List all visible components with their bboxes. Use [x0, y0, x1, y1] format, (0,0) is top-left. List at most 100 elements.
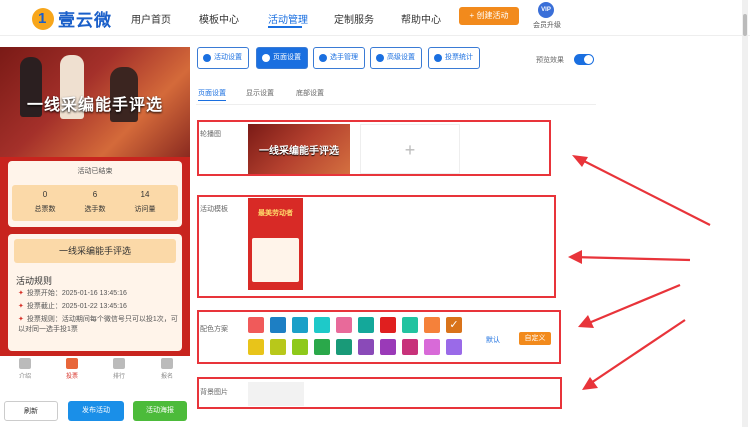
color-swatch[interactable]: ✓ — [446, 317, 462, 333]
nav-item-activity[interactable]: 活动管理 — [268, 11, 308, 26]
brand-name: 壹云微 — [58, 11, 112, 30]
color-swatch[interactable] — [424, 317, 440, 333]
mobile-preview: 一线采编能手评选 活动已结束 0 总票数 6 选手数 14 访问量 一线采编能手评选 … — [0, 47, 190, 384]
color-swatch[interactable] — [248, 317, 264, 333]
divider — [196, 104, 596, 105]
arrow — [571, 255, 691, 262]
refresh-button[interactable]: 刷新 — [4, 401, 58, 421]
check-icon: ✓ — [449, 319, 459, 331]
page-settings-button[interactable]: 页面设置 — [256, 47, 308, 69]
template-title: 最美劳动者 — [258, 210, 293, 217]
gear-icon — [203, 54, 211, 62]
nav-item-help[interactable]: 帮助中心 — [401, 11, 441, 26]
banner-title: 一线采编能手评选 — [26, 97, 163, 114]
stat-total-votes: 0 总票数 — [34, 190, 56, 213]
rule-item: ✦ 投票规则：活动期间每个微信号只可以投1次，可以对同一选手投1票 — [18, 316, 178, 333]
carousel-image-title: 一线采编能手评选 — [259, 146, 339, 157]
custom-color-button[interactable]: 自定义 — [519, 332, 551, 345]
scrollbar[interactable] — [742, 0, 748, 427]
vip-icon[interactable]: VIP — [538, 2, 554, 18]
advanced-settings-button[interactable]: 高级设置 — [370, 47, 422, 69]
template-label: 活动模板 — [200, 206, 228, 213]
rules-title: 活动规则 — [16, 276, 53, 286]
sliders-icon — [376, 54, 384, 62]
color-swatch[interactable] — [270, 317, 286, 333]
carousel-label: 轮播图 — [200, 131, 221, 138]
color-swatch[interactable] — [446, 339, 462, 355]
info-card: 一线采编能手评选 活动规则 ✦ 投票开始：2025-01-16 13:45:16 … — [8, 234, 182, 351]
subtab-display[interactable]: 显示设置 — [246, 88, 274, 98]
carousel-image[interactable]: 一线采编能手评选 — [248, 124, 350, 174]
arrow-head — [572, 155, 588, 167]
doc-icon — [19, 358, 31, 369]
arrow — [583, 283, 681, 327]
gear-icon — [262, 54, 270, 62]
nav-active-indicator — [268, 26, 302, 28]
default-color-link[interactable]: 默认 — [486, 335, 500, 345]
color-swatch[interactable] — [248, 339, 264, 355]
chart-icon — [434, 54, 442, 62]
contestant-manage-button[interactable]: 选手管理 — [313, 47, 365, 69]
nav-item-home[interactable]: 用户首页 — [131, 11, 171, 26]
color-swatch[interactable] — [336, 317, 352, 333]
preview-toggle-label: 预览效果 — [536, 57, 564, 64]
stats-bar: 0 总票数 6 选手数 14 访问量 — [12, 185, 178, 221]
rule-item: ✦ 投票截止：2025-01-22 13:45:16 — [18, 303, 127, 310]
arrow — [587, 319, 686, 386]
color-swatch[interactable] — [314, 339, 330, 355]
activity-status: 活动已结束 — [77, 168, 113, 175]
tab-ranking[interactable]: 排行 — [104, 358, 134, 380]
tab-intro[interactable]: 介绍 — [10, 358, 40, 380]
nav-item-custom[interactable]: 定制服务 — [334, 11, 374, 26]
color-swatch[interactable] — [336, 339, 352, 355]
color-swatch[interactable] — [314, 317, 330, 333]
crown-icon — [113, 358, 125, 369]
activity-title: 一线采编能手评选 — [14, 239, 176, 263]
color-swatch[interactable] — [402, 317, 418, 333]
home-icon — [66, 358, 78, 369]
add-image-button[interactable]: + — [360, 124, 460, 174]
background-label: 背景图片 — [200, 389, 228, 396]
color-swatch[interactable] — [292, 317, 308, 333]
stat-visits: 14 访问量 — [134, 190, 156, 213]
scrollbar-thumb[interactable] — [743, 14, 747, 36]
publish-button[interactable]: 发布活动 — [68, 401, 124, 421]
template-thumbnail[interactable]: 最美劳动者 — [248, 198, 303, 290]
rule-item: ✦ 投票开始：2025-01-16 13:45:16 — [18, 290, 127, 297]
subtab-page[interactable]: 页面设置 — [198, 88, 226, 98]
brand-logo[interactable]: 壹云微 — [32, 6, 112, 31]
vip-upgrade-link[interactable]: 会员升级 — [533, 20, 561, 30]
annotation-arrows — [568, 155, 711, 390]
background-image-slot[interactable] — [248, 382, 304, 406]
subtab-indicator — [198, 100, 226, 101]
color-swatch[interactable] — [402, 339, 418, 355]
nav-item-templates[interactable]: 模板中心 — [199, 11, 239, 26]
color-swatch[interactable] — [380, 317, 396, 333]
top-nav: 壹云微 用户首页 模板中心 活动管理 定制服务 帮助中心 + 创建活动 VIP … — [0, 0, 750, 36]
color-swatch[interactable] — [380, 339, 396, 355]
tab-signup[interactable]: 报名 — [152, 358, 182, 380]
status-card: 活动已结束 0 总票数 6 选手数 14 访问量 — [8, 161, 182, 227]
tab-vote[interactable]: 投票 — [57, 358, 87, 380]
poster-button[interactable]: 活动海报 — [133, 401, 187, 421]
users-icon — [319, 54, 327, 62]
color-swatch[interactable] — [424, 339, 440, 355]
color-label: 配色方案 — [200, 326, 228, 333]
subtab-footer[interactable]: 底部设置 — [296, 88, 324, 98]
color-swatch[interactable] — [358, 339, 374, 355]
preview-banner: 一线采编能手评选 — [0, 47, 190, 157]
color-swatch[interactable] — [292, 339, 308, 355]
color-swatch[interactable] — [358, 317, 374, 333]
user-icon — [161, 358, 173, 369]
activity-settings-button[interactable]: 活动设置 — [197, 47, 249, 69]
preview-toggle[interactable] — [574, 54, 594, 65]
stat-contestants: 6 选手数 — [84, 190, 106, 213]
create-activity-button[interactable]: + 创建活动 — [459, 7, 519, 25]
arrow — [575, 156, 711, 226]
color-swatch[interactable] — [270, 339, 286, 355]
template-card — [252, 238, 299, 282]
preview-tabbar: 介绍 投票 排行 报名 — [0, 356, 190, 384]
vote-stats-button[interactable]: 投票统计 — [428, 47, 480, 69]
logo-icon — [32, 7, 54, 30]
arrow-head — [568, 250, 582, 264]
